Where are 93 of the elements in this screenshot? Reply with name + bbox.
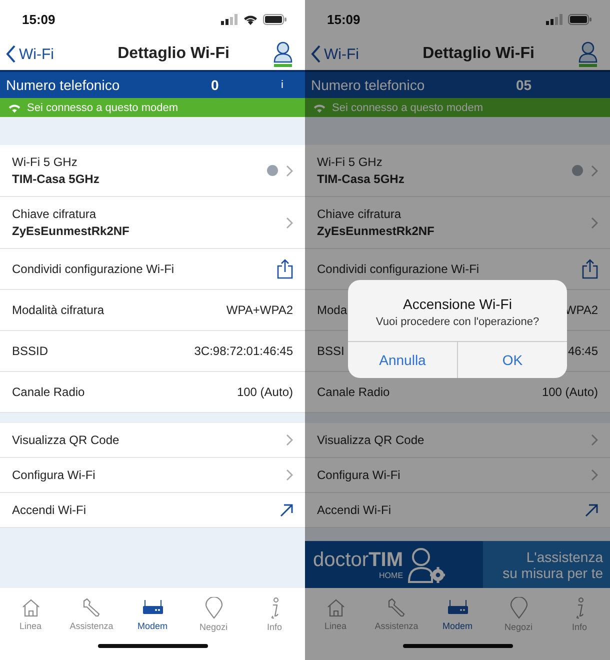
alert-button[interactable]: Annulla [348, 342, 458, 378]
house-icon [20, 598, 40, 618]
user-icon[interactable] [272, 41, 293, 67]
house-icon [326, 598, 346, 618]
alert-message: Vuoi procedere con l'operazione? [376, 316, 540, 328]
wifi-icon [8, 102, 21, 112]
menu-row[interactable]: Accendi Wi-Fi [305, 493, 610, 528]
banner-text: su misura per te [502, 564, 603, 580]
back-button[interactable]: Wi-Fi [6, 45, 54, 63]
wrench-icon [386, 598, 406, 618]
row-label: Accendi Wi-Fi [12, 503, 86, 517]
chevron-icon [286, 216, 293, 228]
row-value: ZyEsEunmestRk2NF [317, 224, 436, 238]
row-label: Modalità cifratura [12, 303, 104, 317]
chevron-icon [286, 469, 293, 481]
back-chevron-icon [311, 45, 321, 63]
banner-brand: doctorTIM [313, 549, 404, 571]
banner-subtitle: HOME [379, 571, 404, 580]
arrow-icon [585, 504, 598, 516]
back-chevron-icon [6, 45, 16, 63]
battery-icon [263, 14, 287, 24]
back-button[interactable]: Wi-Fi [311, 45, 359, 63]
row-label: Condividi configurazione Wi-Fi [12, 262, 174, 276]
chevron-icon [286, 434, 293, 446]
wrench-icon [82, 598, 102, 618]
row-label: BSSI [317, 344, 344, 358]
row-label: Configura Wi-Fi [12, 468, 96, 482]
banner-text: L'assistenza [526, 548, 603, 564]
row-label: Configura Wi-Fi [317, 468, 400, 482]
status-time: 15:09 [327, 12, 360, 26]
screen-title: Dettaglio Wi-Fi [422, 45, 534, 63]
settings-row[interactable]: Wi-Fi 5 GHz TIM-Casa 5GHz [305, 145, 610, 197]
row-value: 3C:98:72:01:46:45 [194, 344, 293, 358]
arrow-icon [280, 504, 293, 516]
settings-row[interactable]: Condividi configurazione Wi-Fi [0, 249, 305, 290]
tab[interactable]: Linea [2, 598, 58, 630]
battery-icon [568, 14, 592, 24]
chevron-icon [286, 164, 293, 176]
screen-title: Dettaglio Wi-Fi [118, 45, 230, 63]
signal-icon [221, 14, 238, 24]
tab[interactable]: Negozi [186, 596, 242, 632]
phone-label: Numero telefonico [6, 77, 121, 93]
row-value: ZyEsEunmestRk2NF [12, 224, 130, 238]
user-icon[interactable] [578, 41, 598, 67]
row-label: Wi-Fi 5 GHz [317, 155, 384, 169]
share-icon[interactable] [582, 259, 598, 279]
pin-icon [510, 596, 528, 618]
menu-row[interactable]: Configura Wi-Fi [0, 458, 305, 493]
phone-number: 05 [516, 77, 533, 93]
settings-row[interactable]: Chiave cifratura ZyEsEunmestRk2NF [305, 197, 610, 249]
info-glyph[interactable]: i [281, 79, 284, 91]
row-label: Canale Radio [12, 385, 85, 399]
alert-title: Accensione Wi-Fi [403, 296, 512, 312]
row-label: Canale Radio [317, 385, 390, 399]
pin-icon [204, 596, 222, 618]
status-time: 15:09 [22, 12, 56, 26]
row-label: Chiave cifratura [317, 207, 402, 221]
row-value: TIM-Casa 5GHz [317, 172, 406, 186]
chevron-icon [591, 434, 598, 446]
ad-banner[interactable]: doctorTIM HOME L'assistenza su misura per te [305, 541, 610, 588]
chevron-icon [591, 216, 598, 228]
chevron-icon [591, 469, 598, 481]
connection-text: Sei connesso a questo modem [332, 102, 484, 114]
alert-button[interactable]: OK [458, 342, 567, 378]
signal-icon [546, 14, 563, 24]
row-label: Visualizza QR Code [12, 433, 120, 447]
row-label: Visualizza QR Code [317, 433, 424, 447]
menu-row[interactable]: Visualizza QR Code [0, 423, 305, 458]
person-gear-icon [407, 546, 446, 582]
row-label: Condividi configurazione Wi-Fi [317, 262, 480, 276]
row-label: Chiave cifratura [12, 207, 98, 221]
chevron-icon [591, 164, 598, 176]
tab[interactable]: Modem [124, 598, 180, 630]
tab[interactable]: Info [246, 596, 302, 632]
tab[interactable]: Modem [430, 598, 486, 630]
row-label: BSSID [12, 344, 48, 358]
wifi-icon [313, 102, 326, 112]
row-label: Moda [317, 303, 348, 317]
connection-text: Sei connesso a questo modem [27, 102, 178, 114]
row-value: 100 (Auto) [542, 385, 598, 399]
phone-number: 0 [211, 77, 220, 93]
row-label: Wi-Fi 5 GHz [12, 155, 78, 169]
row-value: 46:45 [568, 344, 598, 358]
share-icon[interactable] [277, 259, 293, 279]
row-value: WPA+WPA2 [226, 303, 293, 317]
menu-row[interactable]: Configura Wi-Fi [305, 458, 610, 493]
row-value: 100 (Auto) [236, 385, 293, 399]
row-label: Accendi Wi-Fi [317, 503, 392, 517]
phone-label: Numero telefonico [311, 77, 426, 93]
menu-row[interactable]: Accendi Wi-Fi [0, 493, 305, 528]
tab[interactable]: Assistenza [64, 598, 120, 630]
row-value: TIM-Casa 5GHz [12, 172, 100, 186]
menu-row[interactable]: Visualizza QR Code [305, 423, 610, 458]
